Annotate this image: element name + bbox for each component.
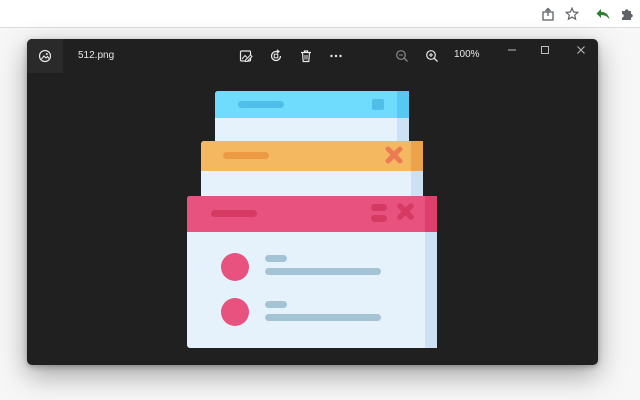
maximize-icon[interactable] [534,42,556,58]
zoom-level[interactable]: 100% [454,49,480,60]
back-arrow-icon[interactable] [594,5,612,23]
displayed-image [185,91,441,349]
minimize-icon[interactable] [501,42,523,58]
zoom-out-icon[interactable] [393,47,411,65]
star-icon[interactable] [563,5,581,23]
close-icon[interactable] [570,42,592,58]
app-menu-button[interactable] [27,39,63,73]
zoom-in-icon[interactable] [423,47,441,65]
edit-image-icon[interactable] [237,47,255,65]
avatar [221,298,249,326]
browser-toolbar [0,0,640,28]
photo-viewer-window: 512.png 100% [27,39,598,365]
delete-icon[interactable] [297,47,315,65]
more-icon[interactable] [327,47,345,65]
share-icon[interactable] [539,5,557,23]
file-name: 512.png [78,50,115,61]
avatar [221,253,249,281]
rotate-icon[interactable] [267,47,285,65]
pink-window-card [187,196,437,348]
extensions-icon[interactable] [618,5,636,23]
stacked-windows-illustration [187,91,437,348]
photos-app-icon [38,49,52,63]
